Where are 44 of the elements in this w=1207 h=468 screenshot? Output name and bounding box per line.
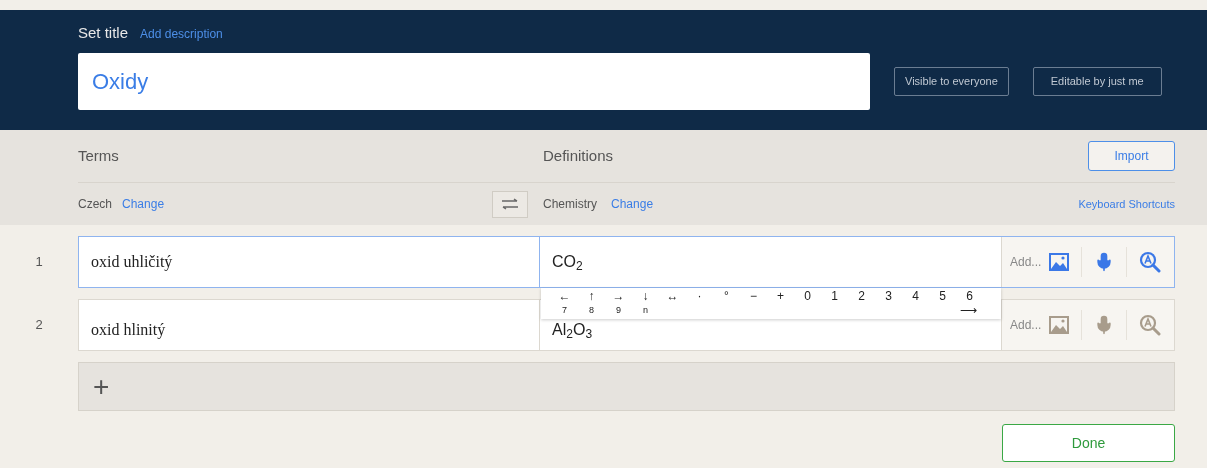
symbol-key[interactable]: 8 bbox=[578, 304, 605, 316]
term-language: Czech bbox=[78, 196, 112, 213]
title-field[interactable]: Oxidy bbox=[78, 52, 870, 110]
definitions-heading: Definitions bbox=[543, 145, 615, 166]
done-button[interactable]: Done bbox=[1002, 424, 1175, 462]
image-icon[interactable] bbox=[1049, 316, 1070, 334]
symbol-key[interactable]: 1 bbox=[821, 289, 848, 304]
magnifier-icon[interactable] bbox=[1139, 314, 1162, 336]
symbol-key[interactable]: ← bbox=[551, 289, 578, 304]
symbol-key[interactable]: 9 bbox=[605, 304, 632, 316]
add-description-link[interactable]: Add description bbox=[140, 25, 223, 43]
term-field[interactable]: oxid uhličitý bbox=[79, 237, 540, 287]
symbol-key[interactable]: ° bbox=[713, 289, 740, 304]
visibility-button[interactable]: Visible to everyone bbox=[894, 66, 1009, 96]
symbol-key[interactable]: − bbox=[740, 289, 767, 304]
magnifier-icon[interactable] bbox=[1139, 251, 1162, 273]
symbol-key[interactable]: 2 bbox=[848, 289, 875, 304]
editing-button[interactable]: Editable by just me bbox=[1032, 66, 1162, 96]
symbol-key[interactable]: 0 bbox=[794, 289, 821, 304]
definition-language: Chemistry bbox=[543, 196, 597, 213]
swap-button[interactable] bbox=[492, 190, 528, 218]
symbol-key[interactable]: 4 bbox=[902, 289, 929, 304]
symbol-key[interactable]: ↔ bbox=[659, 289, 686, 304]
symbol-key[interactable]: n bbox=[632, 304, 659, 316]
symbol-key[interactable]: → bbox=[605, 289, 632, 304]
terms-heading: Terms bbox=[78, 145, 120, 166]
add-card-button[interactable]: + bbox=[78, 362, 1175, 411]
definition-field[interactable]: CO$_{2}$ bbox=[540, 237, 1001, 287]
card-number: 1 bbox=[34, 253, 44, 272]
symbol-key[interactable]: ↓ bbox=[632, 289, 659, 304]
image-icon[interactable] bbox=[1049, 253, 1070, 271]
symbol-key[interactable]: 6 bbox=[956, 289, 983, 304]
swap-icon bbox=[501, 198, 519, 210]
symbol-key[interactable]: · bbox=[686, 289, 713, 304]
symbol-key[interactable]: 3 bbox=[875, 289, 902, 304]
term-field[interactable]: oxid hlinitý bbox=[79, 300, 540, 350]
symbol-key[interactable]: 5 bbox=[929, 289, 956, 304]
set-title-label: Set title bbox=[78, 23, 129, 43]
symbol-key[interactable]: + bbox=[767, 289, 794, 304]
import-button[interactable]: Import bbox=[1088, 141, 1175, 171]
symbol-key[interactable]: 7 bbox=[551, 304, 578, 316]
next-symbols-arrow[interactable]: ⟶ bbox=[960, 304, 977, 316]
card-number: 2 bbox=[34, 316, 44, 335]
symbol-key[interactable]: ↑ bbox=[578, 289, 605, 304]
